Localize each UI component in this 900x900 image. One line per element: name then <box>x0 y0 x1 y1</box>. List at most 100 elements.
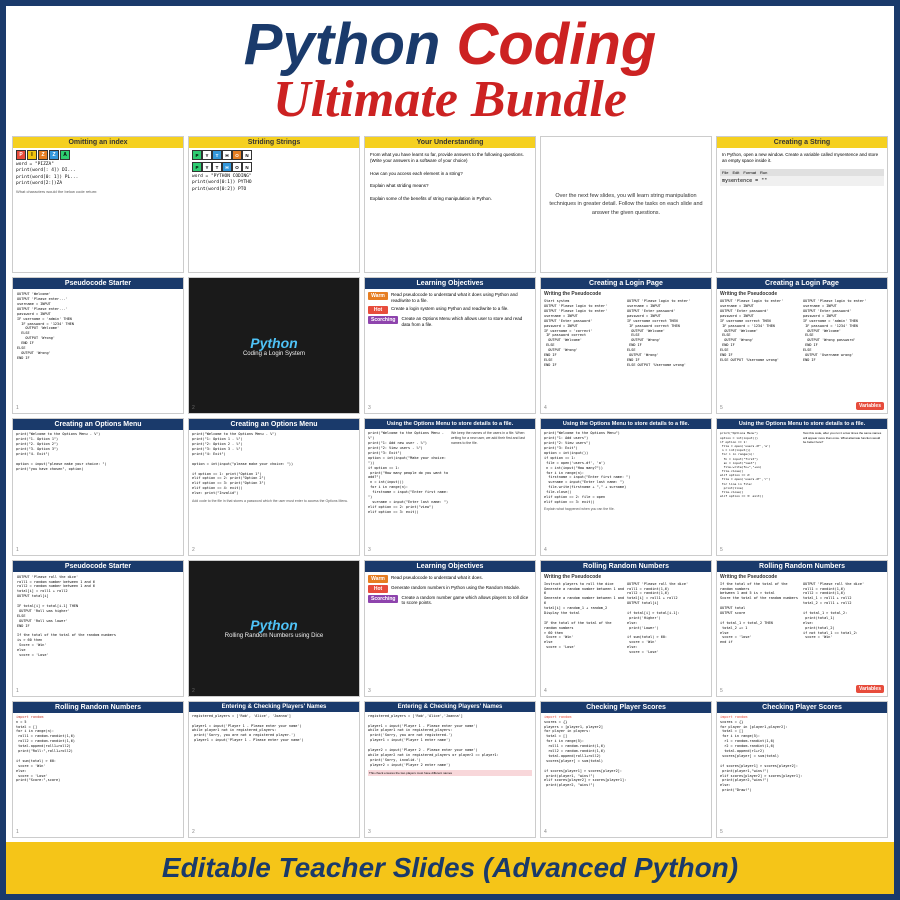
obj2-text-scorching: Create a random number game which allows… <box>401 595 532 607</box>
card-body-login5: Writing the Pseudocode OUTPUT 'Please lo… <box>717 289 887 413</box>
card-body-pseudo: OUTPUT 'Welcome' OUTPUT 'Please enter...… <box>13 289 183 413</box>
card-omitting-index: Omitting an index P I Z Z A word = "PIZZ… <box>12 136 184 273</box>
card-python-dice: Python Rolling Random Numbers using Dice… <box>188 560 360 697</box>
string-code: mysentence = "" <box>720 176 884 186</box>
obj2-hot: Hot Generate random numbers in Python us… <box>368 585 532 593</box>
entering2-highlight: This check ensures the two players must … <box>368 770 532 776</box>
stride-y: Y <box>202 150 212 160</box>
card-body-options4: print("Welcome to the Options Menu") pri… <box>541 429 711 554</box>
card-learning-objectives: Learning Objectives Warm Read pseudocode… <box>364 277 536 414</box>
header-python: Python <box>244 12 457 77</box>
card-num-3: 3 <box>368 405 371 411</box>
menu-run: Run <box>760 170 767 175</box>
obj-text-warm: Read pseudocode to understand what it do… <box>391 292 532 304</box>
card-num-1: 1 <box>16 405 19 411</box>
footer: Editable Teacher Slides (Advanced Python… <box>6 842 894 894</box>
card-info: Over the next few slides, you will learn… <box>540 136 712 273</box>
card-body-rolling1: Writing the Pseudocode Instruct players … <box>541 572 711 696</box>
entering1-code: registered_players = ['Rob', 'Alice', 'J… <box>192 714 356 743</box>
card-num-rolling2: 5 <box>720 688 723 694</box>
card-learning-objectives2: Learning Objectives Warm Read pseudocode… <box>364 560 536 697</box>
card-num-rolling3: 1 <box>16 829 19 835</box>
rolling2-col1: If the total of the total of the random … <box>720 582 801 646</box>
row4: Pseudocode Starter OUTPUT 'Please roll t… <box>12 560 888 697</box>
card-body-entering1: registered_players = ['Rob', 'Alice', 'J… <box>189 712 359 837</box>
info-text: Over the next few slides, you will learn… <box>545 192 707 217</box>
card-num-opts4: 4 <box>544 547 547 553</box>
card-body-checking1: import random scores = {} players = [pla… <box>541 713 711 837</box>
login5-col1: OUTPUT 'Please login to enter' username … <box>720 299 801 363</box>
login4-col1: Start system OUTPUT 'Please login to ent… <box>544 299 625 367</box>
footer-text: Editable Teacher Slides (Advanced Python… <box>22 852 878 884</box>
obj-hot: Hot Create a login system using Python a… <box>368 306 532 314</box>
rolling3-code: import random n = 5 total = [] for i in … <box>16 715 180 783</box>
card-header-login4: Creating a Login Page <box>541 278 711 289</box>
obj-text-hot: Create a login system using Python and r… <box>391 306 509 312</box>
card-body-options5: print("Options Menu") option = int(input… <box>717 429 887 554</box>
card-body-creating-string: In Python, open a new window. Create a v… <box>717 148 887 272</box>
pizza-code: word = "PIZZA" print(word[: 4]) DI... pr… <box>16 162 180 187</box>
card-num-opts3: 3 <box>368 547 371 553</box>
card-body-info: Over the next few slides, you will learn… <box>541 137 711 272</box>
obj-scorching: Scorching Create an Options Menu which a… <box>368 316 532 328</box>
card-header-rolling2: Rolling Random Numbers <box>717 561 887 572</box>
card-num-opts2: 2 <box>192 547 195 553</box>
striding-code: word = "PYTHON CODING" print(word[0:1]) … <box>192 174 356 193</box>
card-num-dice: 2 <box>192 688 195 694</box>
obj2-text-hot: Generate random numbers in Python using … <box>391 585 520 591</box>
obj-warm: Warm Read pseudocode to understand what … <box>368 292 532 304</box>
card-num-pseudo2: 1 <box>16 688 19 694</box>
obj2-badge-scorching: Scorching <box>368 595 398 603</box>
striding-boxes2: P Y T H O N <box>192 162 356 172</box>
rolling1-cols: Instruct players to roll the dice Genera… <box>544 582 708 655</box>
rolling1-col1: Instruct players to roll the dice Genera… <box>544 582 625 655</box>
card-header-entering2: Entering & Checking Players' Names <box>365 702 535 712</box>
login5-columns: OUTPUT 'Please login to enter' username … <box>720 299 884 363</box>
python-login-title: Python <box>250 335 297 351</box>
stride-h: H <box>222 150 232 160</box>
string-instructions: In Python, open a new window. Create a v… <box>720 150 884 167</box>
header-bundle: Ultimate Bundle <box>22 74 878 126</box>
rolling1-subtitle: Writing the Pseudocode <box>544 574 708 580</box>
card-entering1: Entering & Checking Players' Names regis… <box>188 701 360 838</box>
card-header-entering1: Entering & Checking Players' Names <box>189 702 359 712</box>
card-header-rolling1: Rolling Random Numbers <box>541 561 711 572</box>
card-num-opts1: 1 <box>16 547 19 553</box>
card-login-page-5: Creating a Login Page Writing the Pseudo… <box>716 277 888 414</box>
options3-col1: print("Welcome to the Options Menu - %")… <box>368 431 449 514</box>
card-body-entering2: registered_players = ['Rob','Alice','Joa… <box>365 712 535 837</box>
options3-cols: print("Welcome to the Options Menu - %")… <box>368 431 532 514</box>
variables-badge-rolling2: Variables <box>856 685 884 693</box>
card-header-options5: Using the Options Menu to store details … <box>717 419 887 429</box>
rolling2-subtitle: Writing the Pseudocode <box>720 574 884 580</box>
python-dice-content: Python Rolling Random Numbers using Dice <box>189 561 359 696</box>
card-body-login4: Writing the Pseudocode Start system OUTP… <box>541 289 711 413</box>
card-body-rolling3: import random n = 5 total = [] for i in … <box>13 713 183 837</box>
card-rolling2: Rolling Random Numbers Writing the Pseud… <box>716 560 888 697</box>
card-entering2: Entering & Checking Players' Names regis… <box>364 701 536 838</box>
login4-col2: OUTPUT 'Please login to enter' username … <box>627 299 708 367</box>
stride-o: O <box>232 150 242 160</box>
options4-code: print("Welcome to the Options Menu") pri… <box>544 431 708 504</box>
options2-task: Add code to the file in that stores a pa… <box>192 499 356 503</box>
striding-boxes: P Y T H O N <box>192 150 356 160</box>
card-header-checking1: Checking Player Scores <box>541 702 711 713</box>
card-num-rolling1: 4 <box>544 688 547 694</box>
card-body-omitting: P I Z Z A word = "PIZZA" print(word[: 4]… <box>13 148 183 272</box>
pizza-box-p: P <box>16 150 26 160</box>
card-striding: Striding Strings P Y T H O N P Y <box>188 136 360 273</box>
options5-cols: print("Options Menu") option = int(input… <box>720 431 884 498</box>
stride-t: T <box>212 150 222 160</box>
card-body-objectives: Warm Read pseudocode to understand what … <box>365 289 535 413</box>
options5-col2: Test this code, after you run it a few t… <box>803 431 884 498</box>
options3-code: print("Welcome to the Options Menu - %")… <box>368 431 449 514</box>
card-header-options3: Using the Options Menu to store details … <box>365 419 535 429</box>
options5-desc: Test this code, after you run it a few t… <box>803 431 884 444</box>
card-understanding: Your Understanding From what you have le… <box>364 136 536 273</box>
stride2-p: P <box>192 162 202 172</box>
string-menu-bar: File Edit Format Run <box>720 169 884 176</box>
card-header-pseudo: Pseudocode Starter <box>13 278 183 289</box>
login5-col2: OUTPUT 'Please login to enter' username … <box>803 299 884 363</box>
menu-file: File <box>722 170 728 175</box>
rolling2-cols: If the total of the total of the random … <box>720 582 884 646</box>
